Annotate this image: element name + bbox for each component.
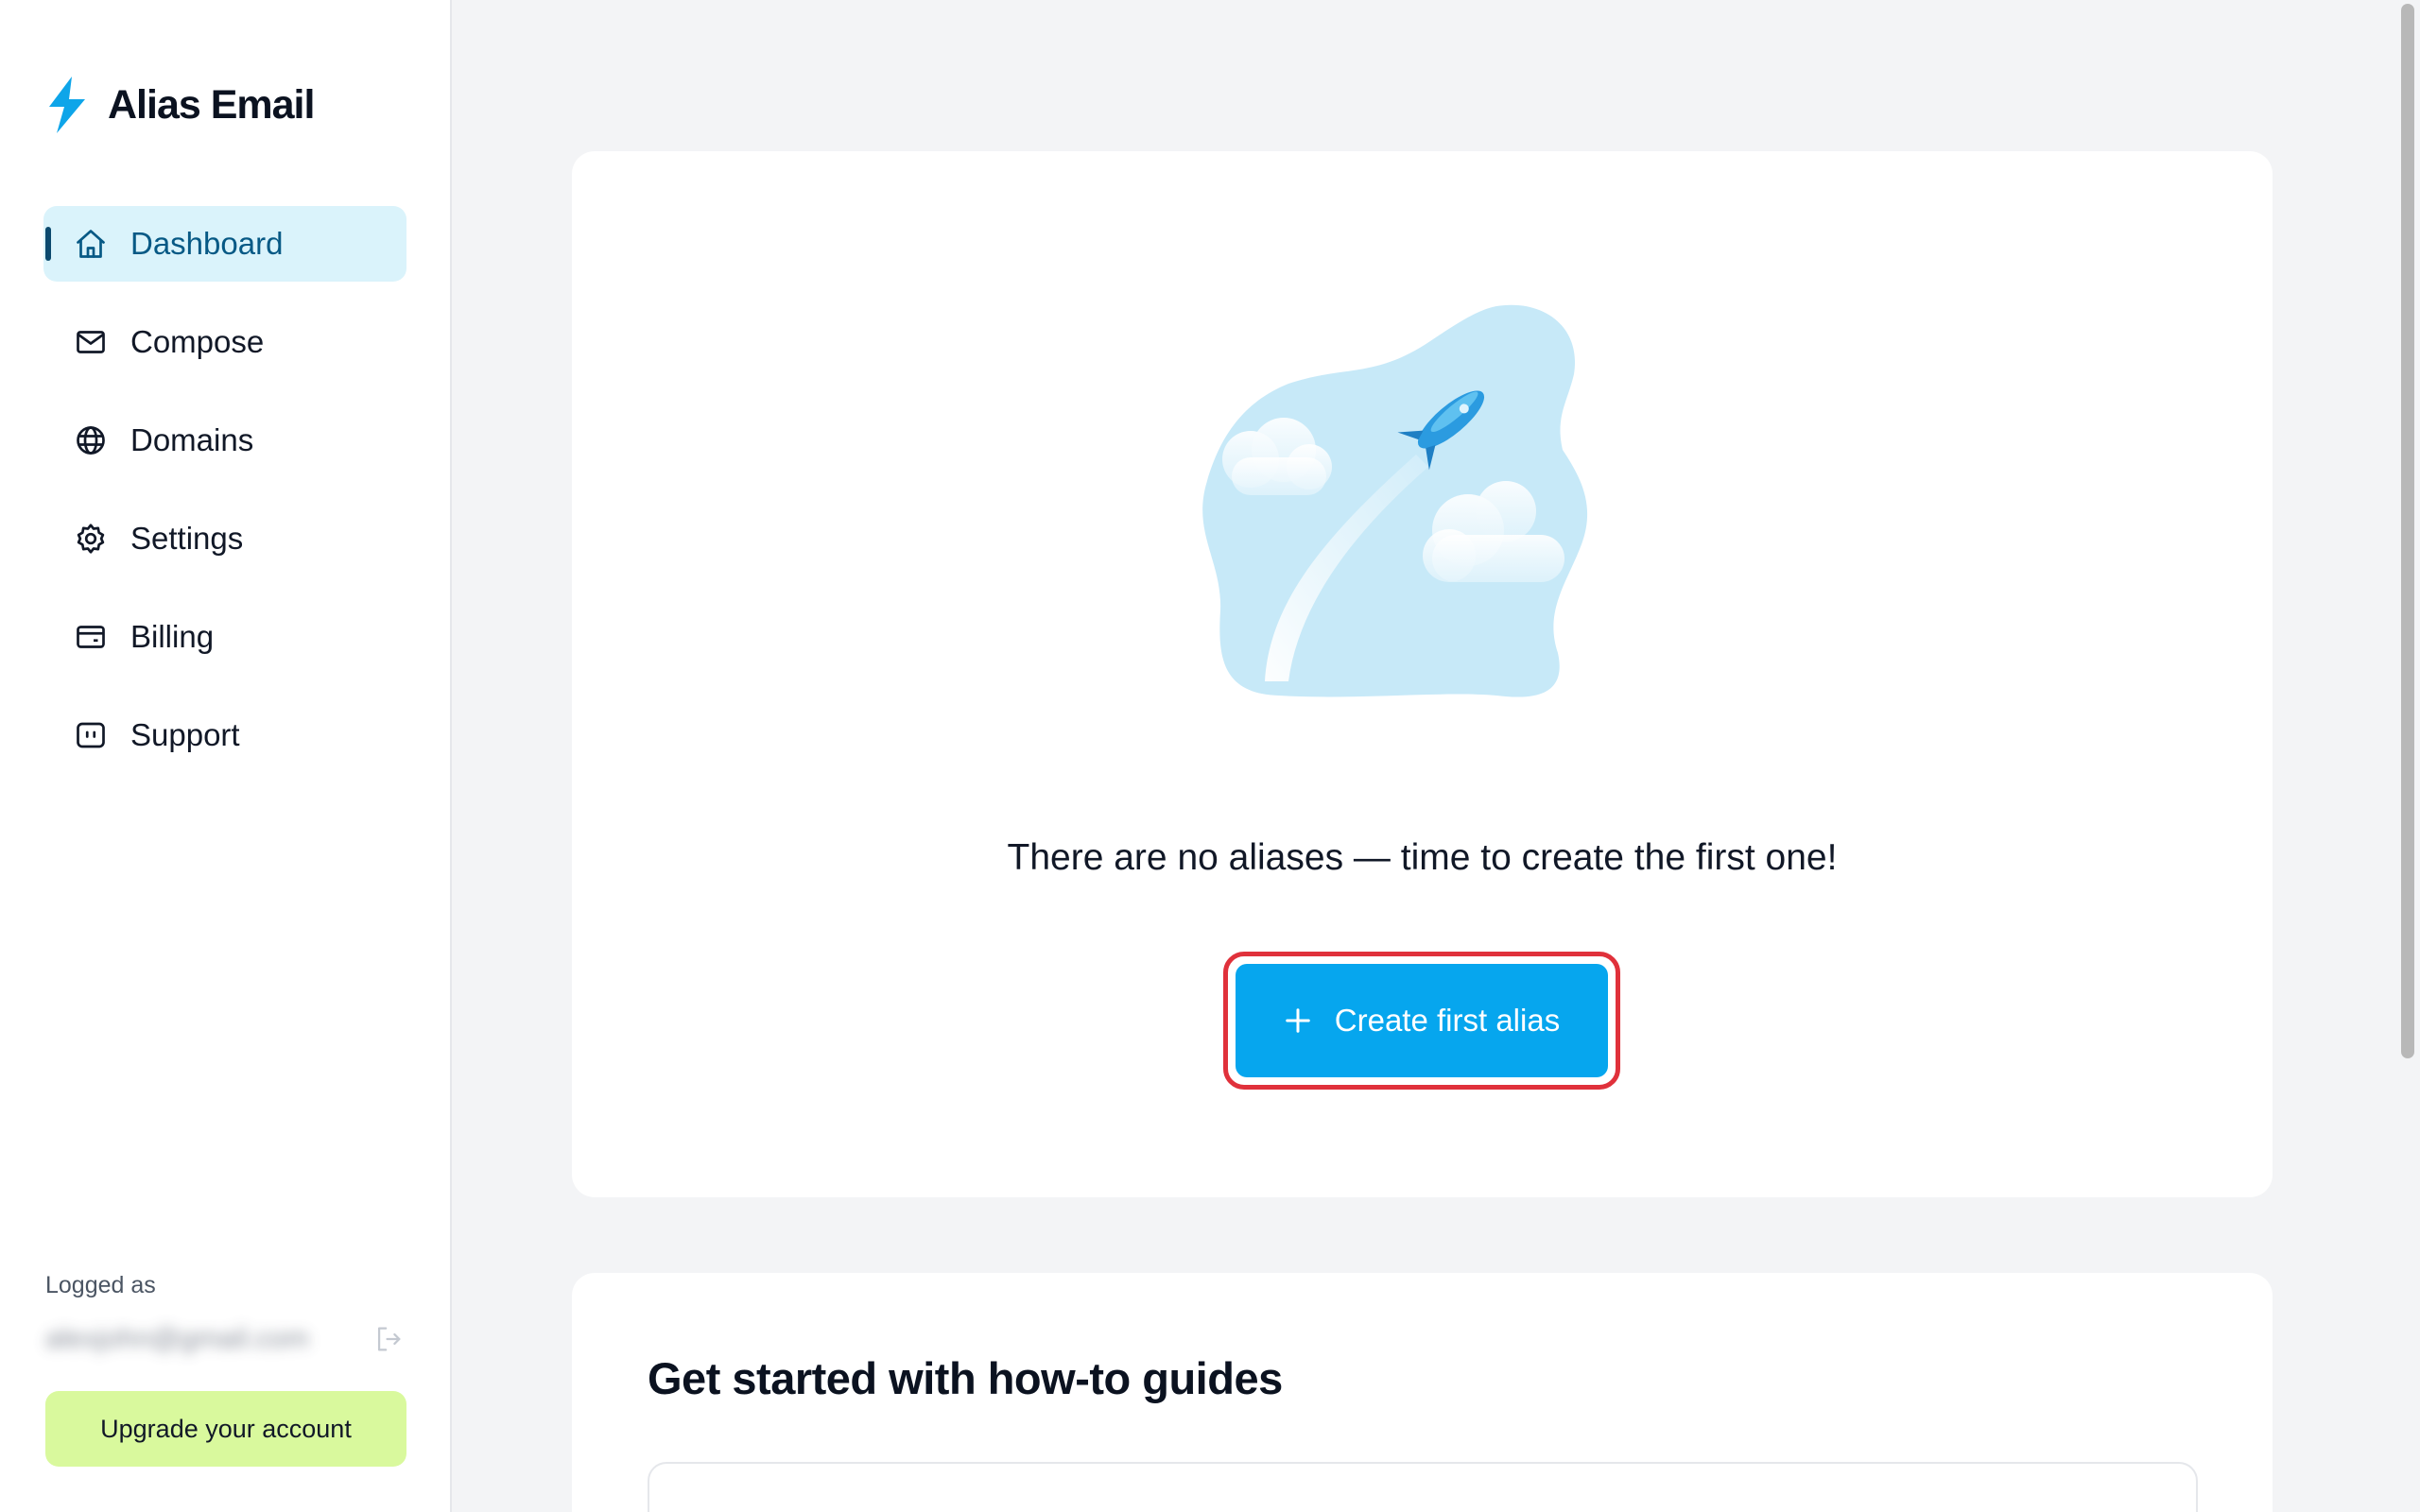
account-email: alexjohn@gmail.com [45, 1323, 309, 1354]
brand-name: Alias Email [108, 81, 315, 128]
nav-item-compose[interactable]: Compose [43, 304, 406, 380]
guides-card: Get started with how-to guides [572, 1273, 2273, 1512]
lightning-logo-icon [49, 77, 85, 133]
scrollbar-thumb[interactable] [2401, 4, 2414, 1058]
upgrade-account-button[interactable]: Upgrade your account [45, 1391, 406, 1467]
nav-label: Settings [130, 521, 244, 556]
gear-icon [77, 524, 105, 554]
nav-label: Billing [130, 619, 215, 654]
chat-icon [77, 722, 105, 748]
rocket-illustration-icon [1202, 304, 1588, 697]
nav-item-billing[interactable]: Billing [43, 599, 406, 675]
logout-icon[interactable] [372, 1323, 405, 1355]
nav-item-domains[interactable]: Domains [43, 403, 406, 478]
home-icon [77, 230, 105, 258]
nav-item-support[interactable]: Support [43, 697, 406, 773]
nav-label: Domains [130, 422, 254, 457]
empty-state-message: There are no aliases — time to create th… [1007, 837, 1838, 878]
mail-icon [77, 331, 105, 353]
nav-label: Support [130, 717, 240, 752]
nav-label: Compose [130, 324, 265, 359]
empty-state-card: There are no aliases — time to create th… [572, 151, 2273, 1197]
nav-item-settings[interactable]: Settings [43, 501, 406, 576]
main-nav: Dashboard Compose Domains Settings Billi… [43, 206, 406, 796]
globe-icon [77, 426, 105, 455]
account-section: Logged as alexjohn@gmail.com [45, 1272, 408, 1360]
guides-title: Get started with how-to guides [648, 1353, 1283, 1403]
create-first-alias-label: Create first alias [1334, 1003, 1561, 1038]
plus-icon [1286, 1008, 1310, 1033]
app-root: Alias Email Dashboard Compose Domains Se… [0, 0, 2420, 1512]
brand[interactable]: Alias Email [43, 72, 315, 138]
nav-item-dashboard[interactable]: Dashboard [43, 206, 406, 282]
create-first-alias-button[interactable]: Create first alias [1236, 964, 1608, 1077]
logged-as-label: Logged as [45, 1272, 156, 1298]
sidebar: Alias Email Dashboard Compose Domains Se… [0, 0, 452, 1512]
wallet-icon [77, 626, 105, 648]
nav-label: Dashboard [130, 226, 284, 261]
page-scrollbar[interactable] [2394, 0, 2420, 1512]
guide-list-container [648, 1462, 2198, 1512]
account-email-row: alexjohn@gmail.com [45, 1318, 408, 1360]
